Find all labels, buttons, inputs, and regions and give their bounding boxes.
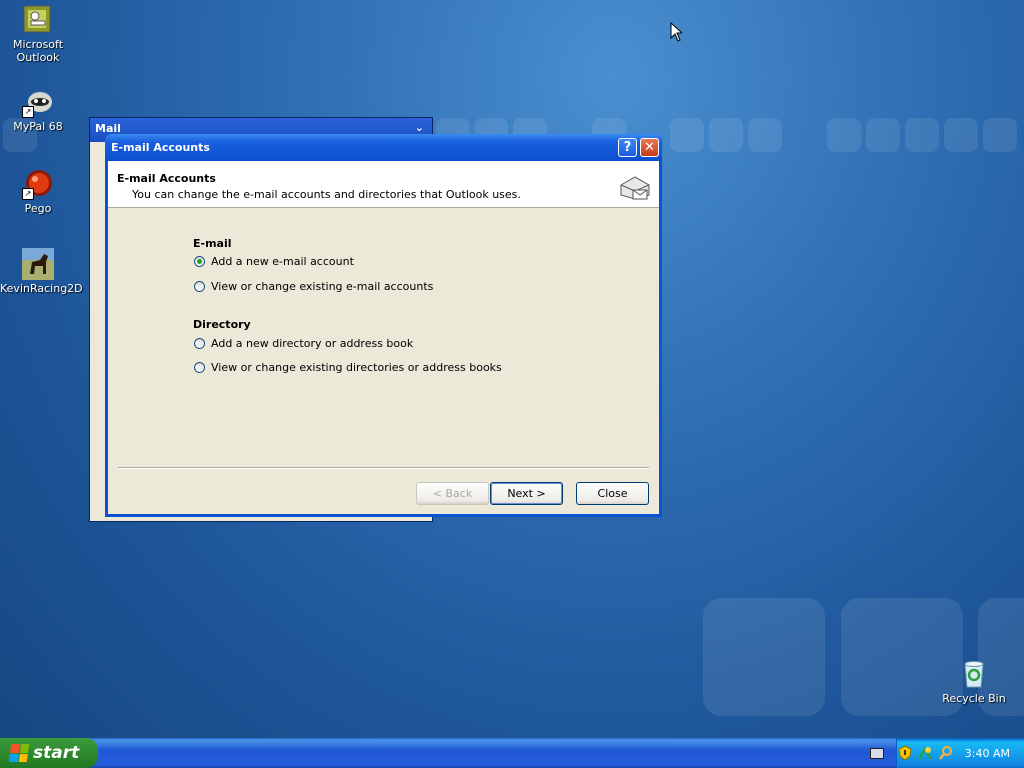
desktop-icon-label: MyPal 68 xyxy=(13,120,63,133)
wallpaper-tile xyxy=(748,118,782,152)
taskbar: start 3:40 AM xyxy=(0,738,1024,768)
help-button[interactable]: ? xyxy=(618,138,637,157)
radio-label[interactable]: Add a new directory or address book xyxy=(211,337,413,350)
wallpaper-tile xyxy=(866,118,900,152)
mouse-cursor-icon xyxy=(670,22,682,42)
next-button[interactable]: Next > xyxy=(490,482,563,505)
start-button[interactable]: start xyxy=(0,738,98,768)
radio-add-email-account[interactable]: Add a new e-mail account xyxy=(194,255,354,268)
desktop-icon-label: Recycle Bin xyxy=(942,692,1006,705)
radio-selected-icon[interactable] xyxy=(194,256,205,267)
email-accounts-dialog[interactable]: E-mail Accounts ? ✕ E-mail Accounts You … xyxy=(105,134,662,517)
wallpaper-tile xyxy=(709,118,743,152)
keyboard-icon[interactable] xyxy=(870,748,884,759)
desktop-icon-label: Microsoft Outlook xyxy=(12,38,64,64)
search-icon[interactable] xyxy=(938,745,954,761)
wallpaper-tile xyxy=(983,118,1017,152)
desktop-icon-mypal[interactable]: ↗ MyPal 68 xyxy=(0,86,76,133)
close-button[interactable]: Close xyxy=(576,482,649,505)
header-subtitle: You can change the e-mail accounts and d… xyxy=(132,188,521,201)
wallpaper-tile xyxy=(670,118,704,152)
dialog-body: E-mail Accounts You can change the e-mai… xyxy=(108,161,659,514)
back-button[interactable]: < Back xyxy=(416,482,489,505)
desktop-icon-kevinracing2d[interactable]: KevinRacing2D xyxy=(0,248,83,295)
wallpaper-tile xyxy=(827,118,861,152)
radio-unselected-icon[interactable] xyxy=(194,338,205,349)
email-accounts-icon xyxy=(620,176,650,200)
mypal-icon: ↗ xyxy=(22,86,54,118)
horse-icon xyxy=(22,248,54,280)
wallpaper-tile xyxy=(905,118,939,152)
directory-section-title: Directory xyxy=(193,318,251,331)
desktop-icon-recycle-bin[interactable]: Recycle Bin xyxy=(936,658,1012,705)
dialog-header: E-mail Accounts You can change the e-mai… xyxy=(108,161,659,208)
radio-label[interactable]: View or change existing e-mail accounts xyxy=(211,280,433,293)
dialog-title: E-mail Accounts xyxy=(111,141,210,154)
shortcut-arrow-icon: ↗ xyxy=(22,106,34,118)
system-tray: 3:40 AM xyxy=(896,738,1024,768)
radio-unselected-icon[interactable] xyxy=(194,362,205,373)
radio-view-email-accounts[interactable]: View or change existing e-mail accounts xyxy=(194,280,433,293)
desktop-icon-pego[interactable]: ↗ Pego xyxy=(0,168,76,215)
radio-label[interactable]: View or change existing directories or a… xyxy=(211,361,502,374)
wallpaper-tile xyxy=(944,118,978,152)
footer-divider xyxy=(118,467,649,469)
pego-icon: ↗ xyxy=(22,168,54,200)
radio-view-directories[interactable]: View or change existing directories or a… xyxy=(194,361,502,374)
radio-label[interactable]: Add a new e-mail account xyxy=(211,255,354,268)
radio-unselected-icon[interactable] xyxy=(194,281,205,292)
desktop-icon-label: KevinRacing2D xyxy=(0,282,83,295)
network-icon[interactable] xyxy=(917,745,933,761)
recycle-bin-icon xyxy=(958,658,990,690)
shortcut-arrow-icon: ↗ xyxy=(22,188,34,200)
chevron-down-icon[interactable]: ⌄ xyxy=(415,121,424,134)
clock[interactable]: 3:40 AM xyxy=(965,747,1010,760)
desktop-icon-label: Pego xyxy=(24,202,52,215)
security-shield-icon[interactable] xyxy=(898,745,912,761)
windows-logo-icon xyxy=(8,744,30,762)
desktop-icon-outlook[interactable]: Microsoft Outlook xyxy=(0,4,76,64)
dialog-titlebar[interactable]: E-mail Accounts xyxy=(105,134,662,161)
outlook-icon xyxy=(22,4,54,36)
header-title: E-mail Accounts xyxy=(117,172,216,185)
email-section-title: E-mail xyxy=(193,237,232,250)
radio-add-directory[interactable]: Add a new directory or address book xyxy=(194,337,413,350)
wallpaper-tile xyxy=(703,598,825,716)
close-window-button[interactable]: ✕ xyxy=(640,138,659,157)
start-label: start xyxy=(33,743,80,763)
